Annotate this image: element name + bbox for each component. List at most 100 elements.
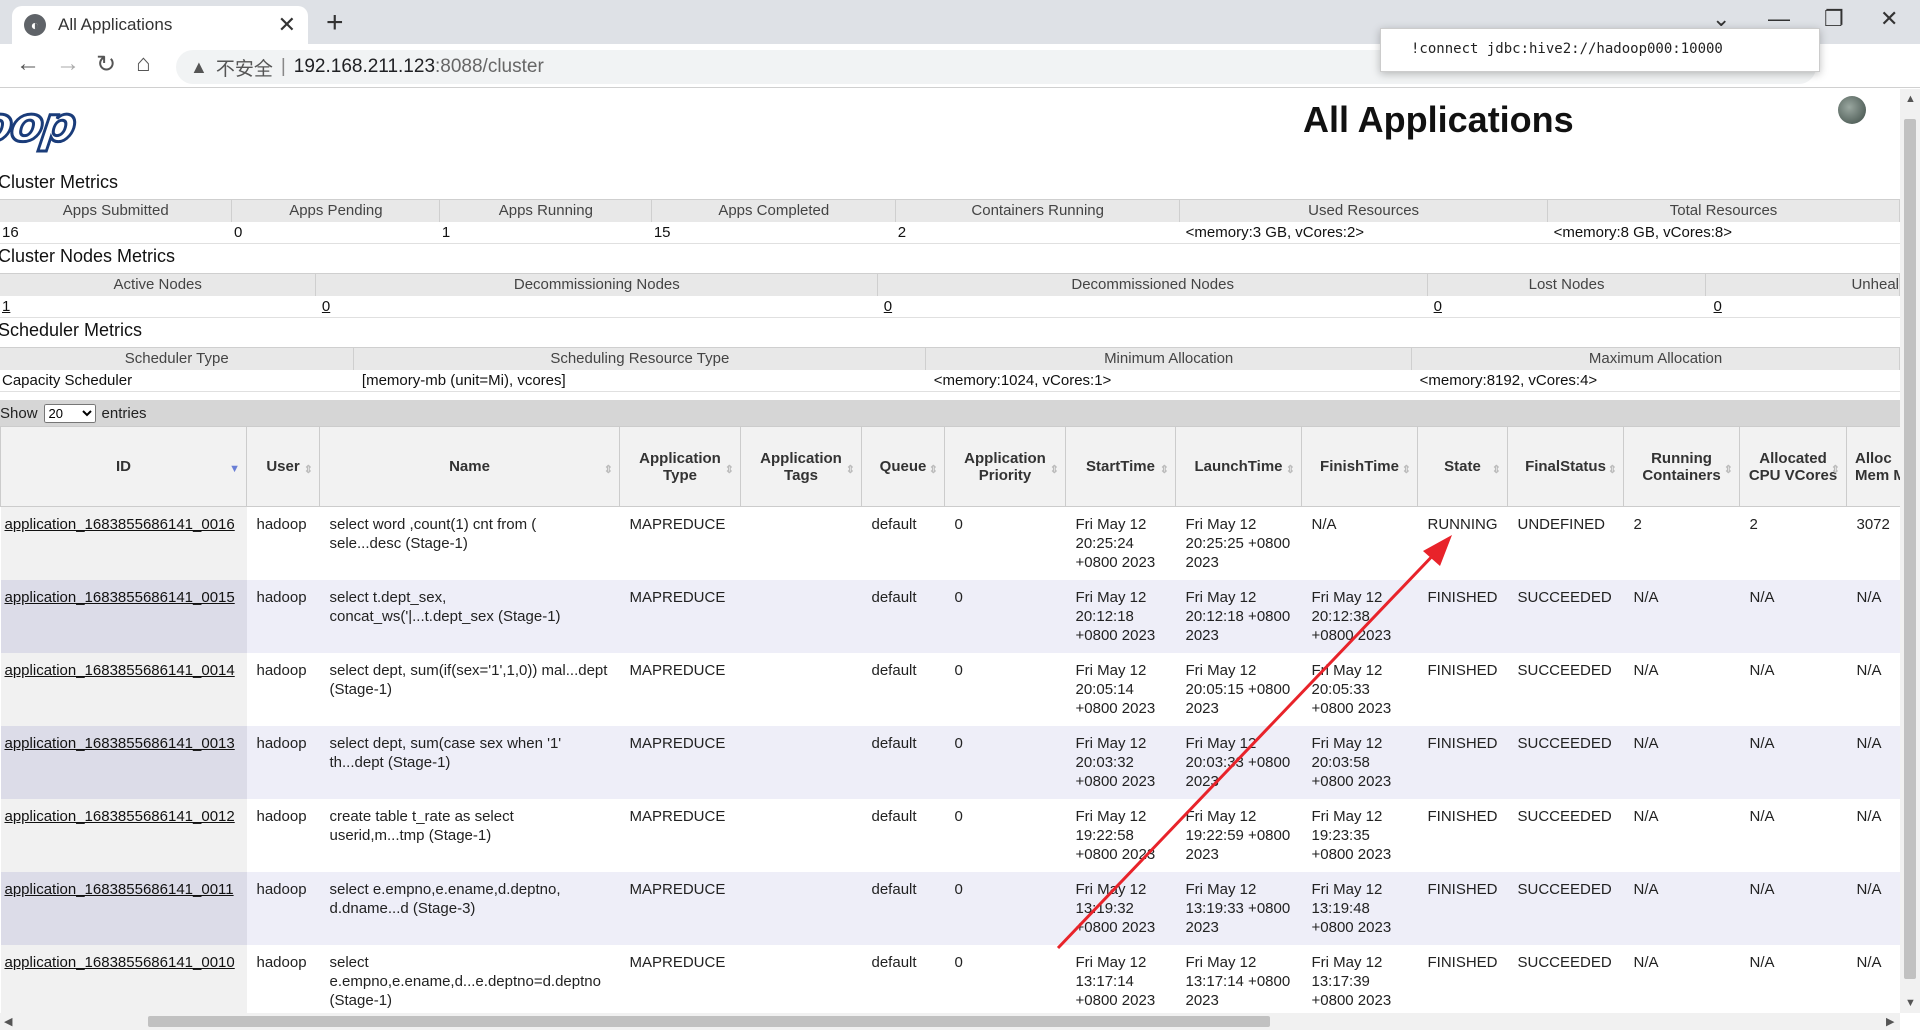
column-header-start-time[interactable]: StartTime ⇕ bbox=[1065, 426, 1176, 507]
scroll-down-arrow-icon[interactable]: ▼ bbox=[1905, 997, 1916, 1009]
hadoop-logo[interactable]: oop bbox=[0, 96, 103, 155]
horizontal-scrollbar[interactable]: ◀ ▶ bbox=[0, 1013, 1900, 1030]
scroll-right-arrow-icon[interactable]: ▶ bbox=[1886, 1015, 1894, 1028]
entries-select[interactable]: 20 bbox=[43, 403, 96, 423]
close-window-icon[interactable]: ✕ bbox=[1880, 6, 1898, 32]
value-apps-submitted[interactable]: 16 bbox=[0, 221, 232, 244]
application-link[interactable]: application_1683855686141_0012 bbox=[5, 808, 235, 825]
sort-icon[interactable]: ⇕ bbox=[846, 463, 855, 476]
column-header-application-tags[interactable]: Application Tags ⇕ bbox=[740, 426, 862, 507]
cell-user: hadoop bbox=[246, 872, 320, 945]
sort-desc-icon[interactable]: ▼ bbox=[229, 463, 240, 475]
value-apps-running[interactable]: 1 bbox=[439, 221, 652, 244]
sort-icon[interactable]: ⇕ bbox=[1608, 463, 1617, 476]
scroll-left-arrow-icon[interactable]: ◀ bbox=[4, 1015, 12, 1028]
column-header-priority[interactable]: Application Priority ⇕ bbox=[944, 426, 1066, 507]
sort-icon[interactable]: ⇕ bbox=[304, 463, 313, 476]
cell-priority: 0 bbox=[944, 506, 1066, 580]
column-header-user[interactable]: User ⇕ bbox=[246, 426, 320, 507]
cell-allocated-memory: N/A bbox=[1846, 872, 1900, 945]
column-header-state[interactable]: State ⇕ bbox=[1417, 426, 1508, 507]
header-maximum-allocation[interactable]: Maximum Allocation bbox=[1411, 347, 1900, 370]
header-containers-running[interactable]: Containers Running bbox=[895, 199, 1181, 222]
sort-icon[interactable]: ⇕ bbox=[1724, 463, 1733, 476]
cell-start-time: Fri May 12 20:03:32 +0800 2023 bbox=[1065, 726, 1176, 799]
application-link[interactable]: application_1683855686141_0011 bbox=[5, 881, 234, 898]
cell-user: hadoop bbox=[246, 580, 320, 653]
column-header-final-status[interactable]: FinalStatus ⇕ bbox=[1507, 426, 1624, 507]
header-apps-pending[interactable]: Apps Pending bbox=[231, 199, 441, 222]
cell-user: hadoop bbox=[246, 726, 320, 799]
column-header-queue[interactable]: Queue ⇕ bbox=[861, 426, 945, 507]
header-minimum-allocation[interactable]: Minimum Allocation bbox=[925, 347, 1413, 370]
cell-allocated-vcores: N/A bbox=[1739, 580, 1847, 653]
application-link[interactable]: application_1683855686141_0015 bbox=[5, 589, 235, 606]
reload-icon[interactable]: ↻ bbox=[96, 50, 116, 79]
cell-tags bbox=[740, 506, 862, 580]
close-tab-icon[interactable]: ✕ bbox=[278, 12, 296, 38]
decommissioned-nodes-link[interactable]: 0 bbox=[884, 298, 892, 315]
sort-icon[interactable]: ⇕ bbox=[929, 463, 938, 476]
column-header-allocated-vcores[interactable]: Allocated CPU VCores ⇕ bbox=[1739, 426, 1847, 507]
column-header-application-type[interactable]: Application Type ⇕ bbox=[619, 426, 741, 507]
value-apps-completed[interactable]: 15 bbox=[651, 221, 896, 244]
restore-icon[interactable]: ❐ bbox=[1824, 6, 1844, 32]
horizontal-scroll-thumb[interactable] bbox=[148, 1016, 1270, 1027]
column-launch-label: LaunchTime bbox=[1194, 458, 1283, 475]
column-header-name[interactable]: Name ⇕ bbox=[319, 426, 620, 507]
cell-priority: 0 bbox=[944, 653, 1066, 726]
sort-icon[interactable]: ⇕ bbox=[725, 463, 734, 476]
column-queue-label: Queue bbox=[879, 458, 927, 475]
column-header-allocated-memory[interactable]: Alloc Mem M bbox=[1846, 426, 1900, 507]
warning-icon[interactable]: ▲ bbox=[190, 57, 208, 78]
sort-icon[interactable]: ⇕ bbox=[1402, 463, 1411, 476]
column-header-id[interactable]: ID ▼ bbox=[0, 426, 247, 507]
lost-nodes-link[interactable]: 0 bbox=[1434, 298, 1442, 315]
header-decommissioning-nodes[interactable]: Decommissioning Nodes bbox=[315, 273, 879, 296]
cell-type: MAPREDUCE bbox=[619, 653, 741, 726]
new-tab-button[interactable]: + bbox=[326, 6, 344, 40]
cell-start-time: Fri May 12 20:25:24 +0800 2023 bbox=[1065, 506, 1176, 580]
column-header-running-containers[interactable]: Running Containers ⇕ bbox=[1623, 426, 1740, 507]
header-scheduling-resource-type[interactable]: Scheduling Resource Type bbox=[353, 347, 927, 370]
header-decommissioned-nodes[interactable]: Decommissioned Nodes bbox=[877, 273, 1429, 296]
application-link[interactable]: application_1683855686141_0010 bbox=[5, 954, 235, 971]
cluster-metrics-heading: Cluster Metrics bbox=[0, 172, 119, 192]
header-total-resources[interactable]: Total Resources bbox=[1547, 199, 1900, 222]
header-scheduler-type[interactable]: Scheduler Type bbox=[0, 347, 355, 370]
header-apps-running[interactable]: Apps Running bbox=[439, 199, 653, 222]
cell-priority: 0 bbox=[944, 726, 1066, 799]
back-icon[interactable]: ← bbox=[16, 50, 40, 78]
scroll-up-arrow-icon[interactable]: ▲ bbox=[1905, 93, 1916, 105]
sort-icon[interactable]: ⇕ bbox=[604, 463, 613, 476]
header-apps-submitted[interactable]: Apps Submitted bbox=[0, 199, 233, 222]
home-icon[interactable]: ⌂ bbox=[136, 50, 151, 78]
column-header-finish-time[interactable]: FinishTime ⇕ bbox=[1301, 426, 1418, 507]
cell-final-status: SUCCEEDED bbox=[1507, 799, 1624, 872]
browser-tab[interactable]: ◐ All Applications ✕ bbox=[12, 6, 308, 44]
vertical-scrollbar[interactable]: ▲ ▼ bbox=[1900, 89, 1920, 1013]
sort-icon[interactable]: ⇕ bbox=[1831, 463, 1840, 476]
decommissioning-nodes-link[interactable]: 0 bbox=[322, 298, 330, 315]
header-active-nodes[interactable]: Active Nodes bbox=[0, 273, 317, 296]
cell-final-status: SUCCEEDED bbox=[1507, 945, 1624, 1013]
application-link[interactable]: application_1683855686141_0016 bbox=[5, 516, 235, 533]
active-nodes-link[interactable]: 1 bbox=[2, 298, 10, 315]
sort-icon[interactable]: ⇕ bbox=[1160, 463, 1169, 476]
unhealthy-nodes-link[interactable]: 0 bbox=[1714, 298, 1722, 315]
value-unhealthy-nodes: 0 bbox=[1705, 295, 1900, 318]
sort-icon[interactable]: ⇕ bbox=[1286, 463, 1295, 476]
application-link[interactable]: application_1683855686141_0013 bbox=[5, 735, 235, 752]
sort-icon[interactable]: ⇕ bbox=[1050, 463, 1059, 476]
forward-icon[interactable]: → bbox=[56, 50, 80, 78]
url-separator: | bbox=[280, 56, 286, 77]
sort-icon[interactable]: ⇕ bbox=[1492, 463, 1501, 476]
value-apps-pending[interactable]: 0 bbox=[231, 221, 440, 244]
column-header-launch-time[interactable]: LaunchTime ⇕ bbox=[1175, 426, 1302, 507]
application-link[interactable]: application_1683855686141_0014 bbox=[5, 662, 235, 679]
header-apps-completed[interactable]: Apps Completed bbox=[651, 199, 897, 222]
header-used-resources[interactable]: Used Resources bbox=[1179, 199, 1549, 222]
header-lost-nodes[interactable]: Lost Nodes bbox=[1427, 273, 1707, 296]
vertical-scroll-thumb[interactable] bbox=[1904, 119, 1916, 979]
header-unhealthy-nodes[interactable]: Unheal bbox=[1705, 273, 1900, 296]
